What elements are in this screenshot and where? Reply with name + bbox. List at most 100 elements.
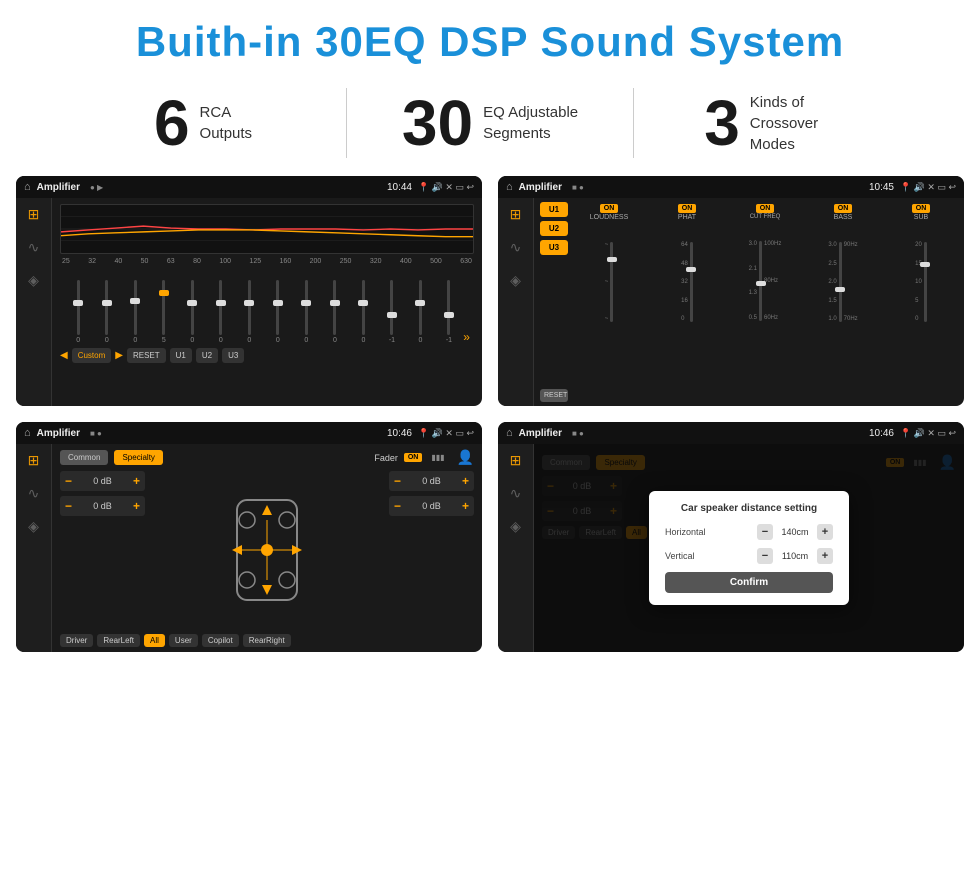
screens-grid: ⌂ Amplifier ● ▶ 10:44 📍 🔊 ✕ ▭ ↩ ⊞ ∿ ◈ xyxy=(0,176,980,668)
preset-u1[interactable]: U1 xyxy=(540,202,568,217)
on-phat: ON xyxy=(678,204,697,213)
slider-12: 0 xyxy=(406,280,435,344)
stat-crossover-number: 3 xyxy=(704,91,740,155)
horizontal-plus[interactable]: + xyxy=(817,524,833,540)
eq-more-icon[interactable]: » xyxy=(463,330,470,344)
plus-fr[interactable]: + xyxy=(462,474,469,488)
preset-u3[interactable]: U3 xyxy=(540,240,568,255)
time-3: 10:46 xyxy=(387,428,412,439)
loudness-label: LOUDNESS xyxy=(590,214,629,221)
vertical-value: 110cm xyxy=(777,551,813,561)
plus-rr[interactable]: + xyxy=(462,499,469,513)
db-val-fr: 0 dB xyxy=(405,476,458,486)
on-bass: ON xyxy=(834,204,853,213)
page-title: Buith-in 30EQ DSP Sound System xyxy=(20,18,960,66)
status-dots-1: ● ▶ xyxy=(90,183,103,192)
common-tab[interactable]: Common xyxy=(60,450,108,465)
speaker-icon-2[interactable]: ◈ xyxy=(510,272,521,289)
db-control-fl: − 0 dB + xyxy=(60,471,145,491)
u2-btn[interactable]: U2 xyxy=(196,348,218,363)
screen-body-3: ⊞ ∿ ◈ Common Specialty Fader ON ▮▮▮ 👤 xyxy=(16,444,482,652)
xover-presets: U1 U2 U3 RESET xyxy=(540,202,568,402)
speaker-icon-3[interactable]: ◈ xyxy=(28,518,39,535)
eq-icon-3[interactable]: ⊞ xyxy=(28,452,40,469)
minus-rr[interactable]: − xyxy=(394,499,401,513)
app-title-4: Amplifier xyxy=(519,428,562,439)
status-icons-2: 📍 🔊 ✕ ▭ ↩ xyxy=(900,182,956,193)
time-2: 10:45 xyxy=(869,182,894,193)
minus-rl[interactable]: − xyxy=(65,499,72,513)
rearleft-btn[interactable]: RearLeft xyxy=(97,634,140,647)
copilot-btn[interactable]: Copilot xyxy=(202,634,239,647)
custom-btn[interactable]: Custom xyxy=(72,348,112,363)
status-bar-4: ⌂ Amplifier ■ ● 10:46 📍 🔊 ✕ ▭ ↩ xyxy=(498,422,964,444)
screen-sidebar-1: ⊞ ∿ ◈ xyxy=(16,198,52,406)
horizontal-minus[interactable]: − xyxy=(757,524,773,540)
preset-u2[interactable]: U2 xyxy=(540,221,568,236)
reset-btn-eq[interactable]: RESET xyxy=(127,348,166,363)
stat-eq-label: EQ AdjustableSegments xyxy=(483,102,578,144)
eq-icon[interactable]: ⊞ xyxy=(28,206,40,223)
screen-body-1: ⊞ ∿ ◈ 2 xyxy=(16,198,482,406)
vertical-minus[interactable]: − xyxy=(757,548,773,564)
next-btn[interactable]: ▶ xyxy=(115,350,123,361)
rearright-btn[interactable]: RearRight xyxy=(243,634,291,647)
db-val-rr: 0 dB xyxy=(405,501,458,511)
slider-2: 0 xyxy=(121,280,150,344)
fader-main-area: − 0 dB + − 0 dB + xyxy=(60,471,474,629)
on-cutfreq: ON xyxy=(756,204,775,213)
xover-reset-btn[interactable]: RESET xyxy=(540,389,568,402)
fader-label: Fader xyxy=(374,453,398,463)
wave-icon-3[interactable]: ∿ xyxy=(28,485,40,502)
all-btn[interactable]: All xyxy=(144,634,165,647)
person-icon: 👤 xyxy=(457,449,474,466)
screen-crossover: ⌂ Amplifier ■ ● 10:45 📍 🔊 ✕ ▭ ↩ ⊞ ∿ ◈ U1… xyxy=(498,176,964,406)
speaker-icon-4[interactable]: ◈ xyxy=(510,518,521,535)
eq-graph xyxy=(60,204,474,254)
slider-5: 0 xyxy=(207,280,236,344)
horizontal-value: 140cm xyxy=(777,527,813,537)
home-icon-2: ⌂ xyxy=(506,181,513,193)
car-svg xyxy=(222,495,312,605)
horizontal-control: − 140cm + xyxy=(757,524,833,540)
stats-row: 6 RCAOutputs 30 EQ AdjustableSegments 3 … xyxy=(0,78,980,176)
wave-icon-4[interactable]: ∿ xyxy=(510,485,522,502)
wave-icon-2[interactable]: ∿ xyxy=(510,239,522,256)
slider-13: -1 xyxy=(435,280,464,344)
dialog-row-horizontal: Horizontal − 140cm + xyxy=(665,524,833,540)
screen-body-4: ⊞ ∿ ◈ Common Specialty ON ▮▮▮ 👤 xyxy=(498,444,964,652)
on-sub: ON xyxy=(912,204,931,213)
slider-4: 0 xyxy=(178,280,207,344)
plus-rl[interactable]: + xyxy=(133,499,140,513)
dialog-row-vertical: Vertical − 110cm + xyxy=(665,548,833,564)
plus-fl[interactable]: + xyxy=(133,474,140,488)
wave-icon[interactable]: ∿ xyxy=(28,239,40,256)
bass-label: BASS xyxy=(834,214,853,221)
prev-btn[interactable]: ◀ xyxy=(60,350,68,361)
on-loudness: ON xyxy=(600,204,619,213)
specialty-tab[interactable]: Specialty xyxy=(114,450,162,465)
driver-btn[interactable]: Driver xyxy=(60,634,93,647)
u1-btn[interactable]: U1 xyxy=(170,348,192,363)
cutfreq-label: CUT FREQ xyxy=(750,214,781,220)
u3-btn[interactable]: U3 xyxy=(222,348,244,363)
eq-icon-2[interactable]: ⊞ xyxy=(510,206,522,223)
status-icons-1: 📍 🔊 ✕ ▭ ↩ xyxy=(418,182,474,193)
user-btn[interactable]: User xyxy=(169,634,198,647)
vertical-plus[interactable]: + xyxy=(817,548,833,564)
eq-icon-4[interactable]: ⊞ xyxy=(510,452,522,469)
slider-9: 0 xyxy=(321,280,350,344)
fader-top-row: Common Specialty Fader ON ▮▮▮ 👤 xyxy=(60,449,474,466)
minus-fl[interactable]: − xyxy=(65,474,72,488)
minus-fr[interactable]: − xyxy=(394,474,401,488)
stat-eq: 30 EQ AdjustableSegments xyxy=(347,91,633,155)
confirm-button[interactable]: Confirm xyxy=(665,572,833,593)
stat-rca: 6 RCAOutputs xyxy=(60,91,346,155)
horizontal-label: Horizontal xyxy=(665,527,725,537)
db-control-rr: − 0 dB + xyxy=(389,496,474,516)
speaker-icon[interactable]: ◈ xyxy=(28,272,39,289)
status-dots-4: ■ ● xyxy=(572,429,584,438)
sub-label: SUB xyxy=(914,214,928,221)
eq-content: 25 32 40 50 63 80 100 125 160 200 250 32… xyxy=(52,198,482,406)
fader-bars: ▮▮▮ xyxy=(431,453,444,462)
